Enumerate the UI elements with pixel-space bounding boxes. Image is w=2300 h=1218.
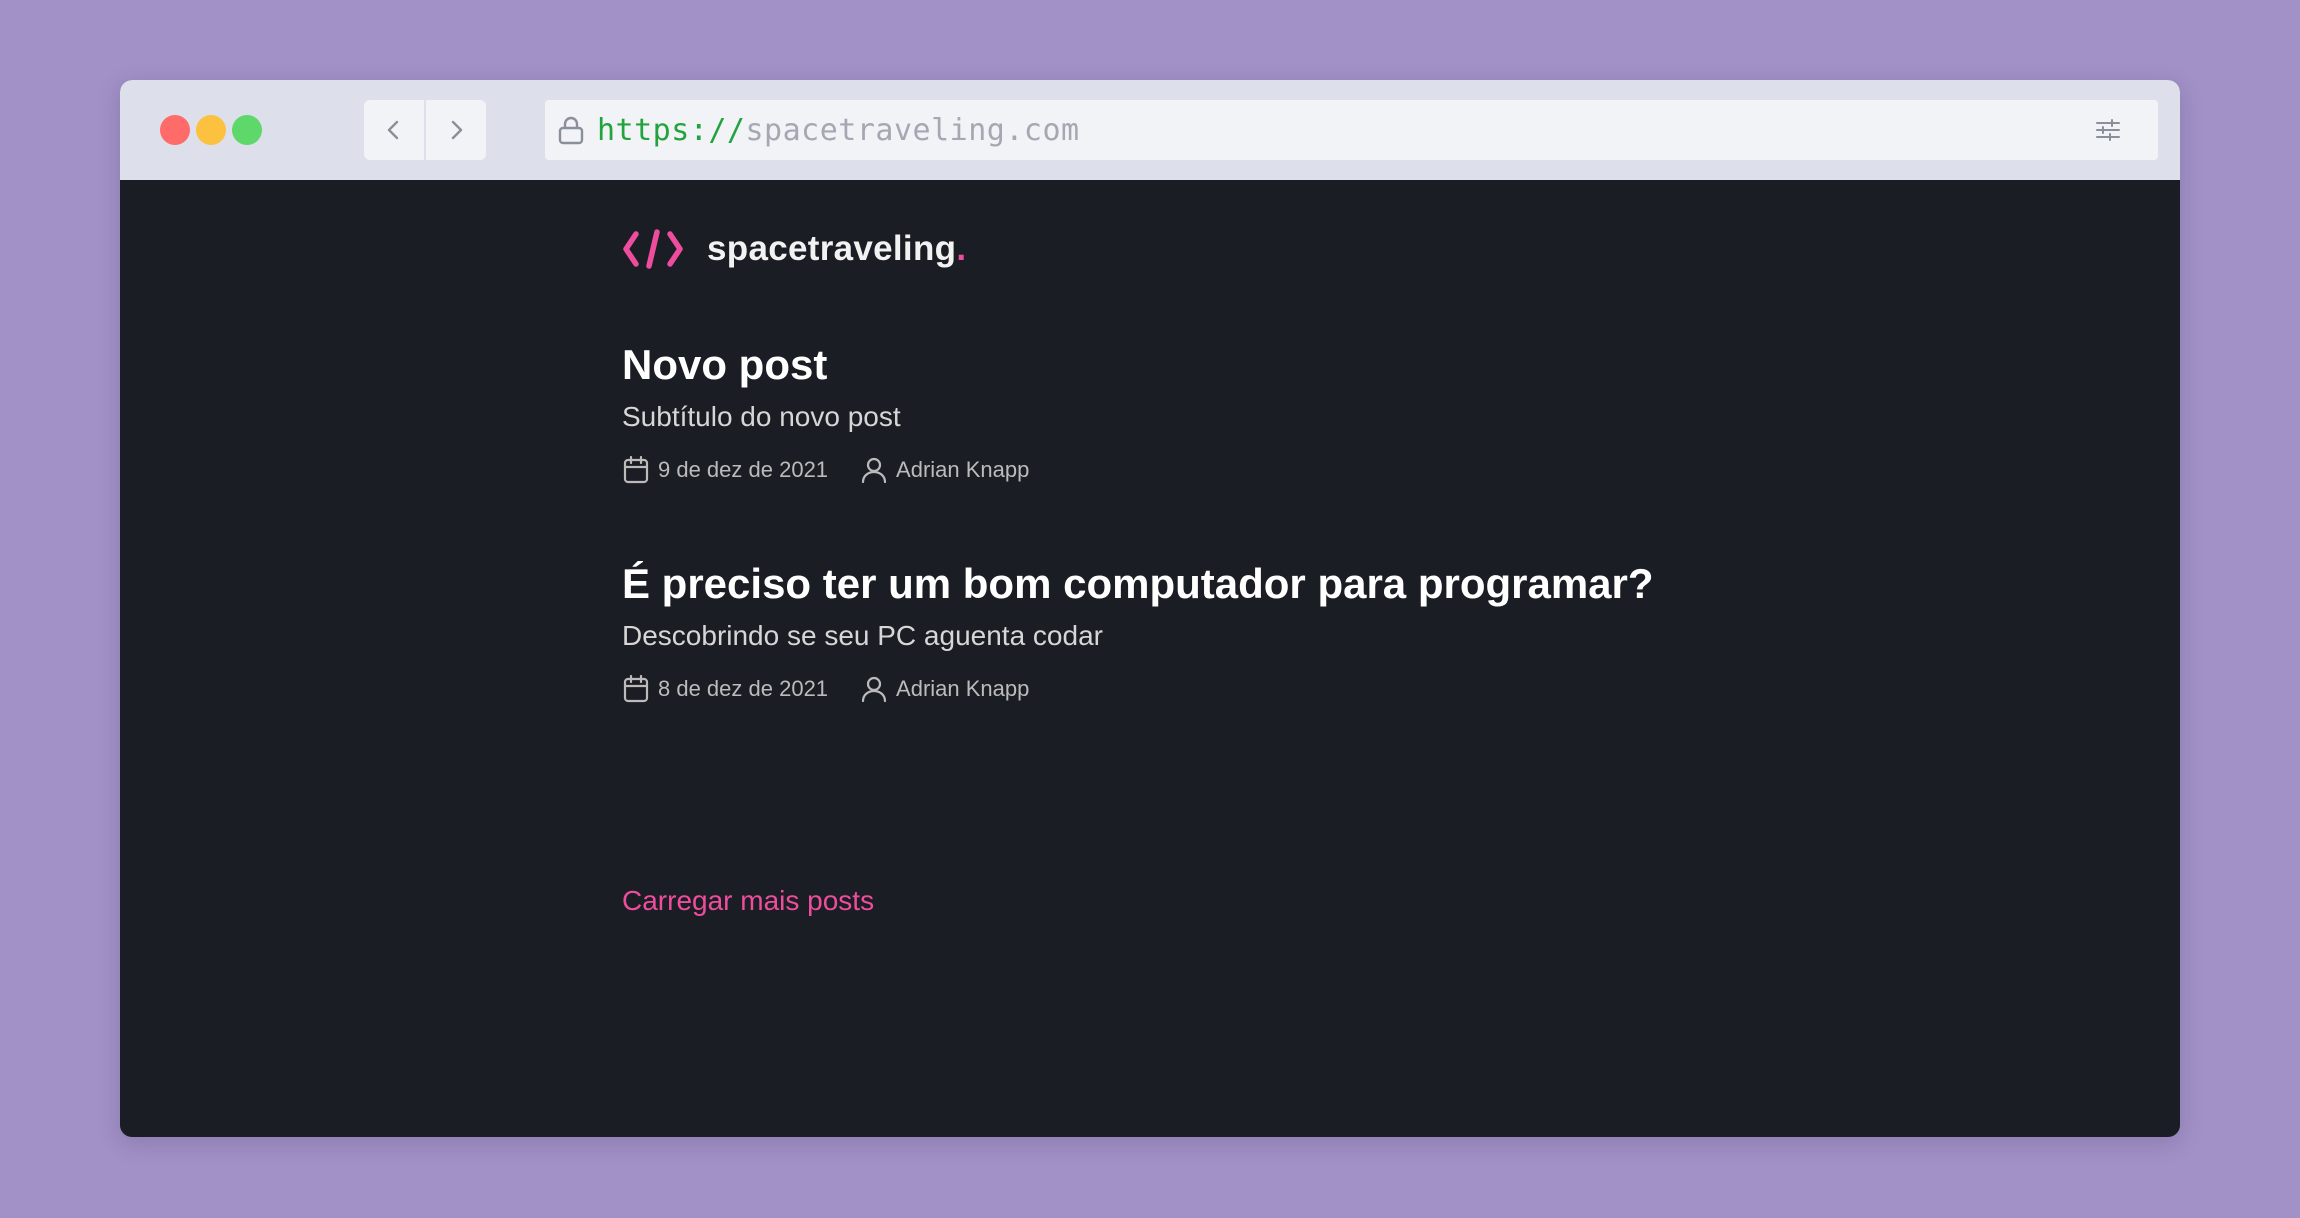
settings-button[interactable] [2078, 100, 2138, 160]
close-window-button[interactable] [160, 115, 190, 145]
back-button[interactable] [364, 100, 424, 160]
post-meta: 9 de dez de 2021 Adrian Knapp [622, 452, 1029, 488]
browser-window: https://spacetraveling.com spacetravelin… [120, 80, 2180, 1137]
code-brackets-icon [623, 229, 683, 269]
logo-wordmark: spacetraveling [707, 229, 957, 268]
post-author-text: Adrian Knapp [896, 457, 1030, 482]
post-author: Adrian Knapp [860, 455, 1029, 485]
post-author: Adrian Knapp [860, 674, 1029, 704]
calendar-icon [623, 674, 649, 703]
post-author-text: Adrian Knapp [896, 676, 1030, 701]
post-item[interactable]: Novo post Subtítulo do novo post 9 de de… [622, 340, 1029, 488]
lock-icon [558, 116, 584, 145]
chevron-right-icon [451, 120, 463, 140]
minimize-window-button[interactable] [196, 115, 226, 145]
user-icon [861, 676, 887, 703]
post-title[interactable]: Novo post [622, 340, 1029, 390]
post-title[interactable]: É preciso ter um bom computador para pro… [622, 559, 1654, 609]
post-meta: 8 de dez de 2021 Adrian Knapp [622, 671, 1654, 707]
logo-dot: . [956, 229, 967, 268]
url-host: spacetraveling.com [745, 112, 1080, 148]
logo-text: spacetraveling. [707, 229, 966, 269]
post-date-text: 8 de dez de 2021 [658, 676, 829, 701]
post-subtitle: Descobrindo se seu PC aguenta codar [622, 620, 1103, 651]
site-logo[interactable]: spacetraveling. [622, 224, 966, 274]
url-text: https://spacetraveling.com [597, 113, 1080, 148]
url-scheme: https:// [597, 112, 746, 148]
sliders-icon [2096, 119, 2120, 141]
load-more-posts-button[interactable]: Carregar mais posts [622, 885, 874, 917]
forward-button[interactable] [426, 100, 486, 160]
user-icon [861, 457, 887, 484]
post-date-text: 9 de dez de 2021 [658, 457, 829, 482]
maximize-window-button[interactable] [232, 115, 262, 145]
post-item[interactable]: É preciso ter um bom computador para pro… [622, 559, 1654, 707]
chevron-left-icon [387, 120, 399, 140]
address-bar[interactable]: https://spacetraveling.com [545, 100, 2158, 160]
post-date: 8 de dez de 2021 [622, 674, 828, 704]
post-date: 9 de dez de 2021 [622, 455, 828, 485]
browser-toolbar: https://spacetraveling.com [120, 80, 2180, 180]
calendar-icon [623, 455, 649, 484]
post-subtitle: Subtítulo do novo post [622, 401, 901, 432]
